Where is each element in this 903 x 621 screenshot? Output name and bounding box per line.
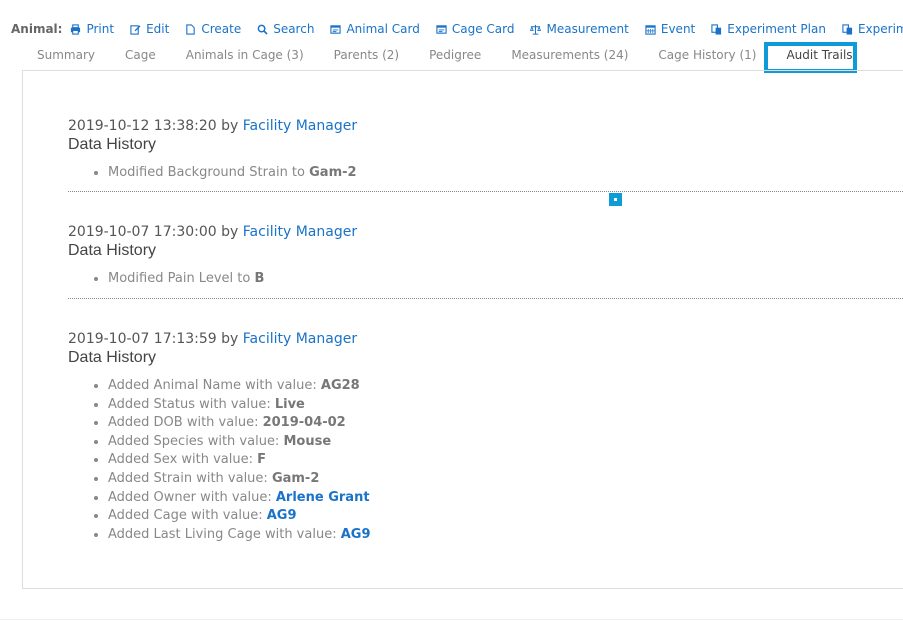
search-button[interactable]: Search bbox=[257, 22, 314, 36]
list-item: Added Sex with value: F bbox=[108, 451, 903, 470]
change-value: Live bbox=[274, 396, 305, 412]
list-item: Added Cage with value: AG9 bbox=[108, 507, 903, 526]
tab-animals-in-cage[interactable]: Animals in Cage (3) bbox=[171, 44, 319, 70]
change-value: Gam-2 bbox=[309, 165, 357, 180]
entry-divider bbox=[68, 191, 903, 192]
selection-marker bbox=[609, 193, 622, 206]
print-label: Print bbox=[86, 22, 115, 36]
tab-pedigree[interactable]: Pedigree bbox=[414, 44, 496, 70]
calendar-icon bbox=[645, 24, 656, 35]
list-item: Added Last Living Cage with value: AG9 bbox=[108, 526, 903, 545]
edit-icon bbox=[130, 24, 141, 35]
edit-label: Edit bbox=[146, 22, 170, 36]
entry-timestamp: 2019-10-07 17:30:00 bbox=[68, 224, 217, 240]
tab-summary[interactable]: Summary bbox=[22, 44, 110, 70]
entry-timestamp: 2019-10-07 17:13:59 bbox=[68, 331, 217, 347]
change-text: Added Status with value: bbox=[108, 396, 275, 412]
entry-header: 2019-10-07 17:30:00 by Facility Manager bbox=[68, 223, 903, 241]
audit-entry: 2019-10-07 17:13:59 by Facility Manager … bbox=[68, 330, 903, 544]
entry-by: by bbox=[221, 118, 239, 134]
entry-change-list: Added Animal Name with value: AG28 Added… bbox=[108, 377, 903, 544]
experiment-plan-button[interactable]: Experiment Plan bbox=[711, 22, 826, 36]
scale-icon bbox=[530, 24, 542, 35]
measurement-button[interactable]: Measurement bbox=[530, 22, 629, 36]
owner-link[interactable]: Arlene Grant bbox=[276, 490, 370, 505]
change-text: Added Species with value: bbox=[108, 433, 284, 449]
list-item: Modified Background Strain to Gam-2 bbox=[108, 164, 903, 183]
measurement-label: Measurement bbox=[546, 22, 629, 36]
animal-card-label: Animal Card bbox=[346, 22, 420, 36]
toolbar-label: Animal: bbox=[11, 22, 63, 36]
change-value: B bbox=[254, 271, 265, 286]
entry-header: 2019-10-07 17:13:59 by Facility Manager bbox=[68, 330, 903, 348]
entry-user-link[interactable]: Facility Manager bbox=[243, 331, 357, 347]
change-text: Added Last Living Cage with value: bbox=[108, 526, 341, 542]
entry-user-link[interactable]: Facility Manager bbox=[243, 118, 357, 134]
tab-audit-trails[interactable]: Audit Trails bbox=[771, 44, 867, 70]
tab-measurements[interactable]: Measurements (24) bbox=[496, 44, 643, 70]
list-item: Added Strain with value: Gam-2 bbox=[108, 470, 903, 489]
page-bottom-divider bbox=[0, 619, 903, 620]
experiment-button[interactable]: Experiment bbox=[842, 22, 903, 36]
tab-parents[interactable]: Parents (2) bbox=[319, 44, 414, 70]
entry-user-link[interactable]: Facility Manager bbox=[243, 224, 357, 240]
list-item: Added Owner with value: Arlene Grant bbox=[108, 489, 903, 508]
change-text: Added Animal Name with value: bbox=[108, 378, 321, 393]
list-item: Modified Pain Level to B bbox=[108, 270, 903, 289]
experiment-label: Experiment bbox=[857, 22, 903, 36]
copy-icon bbox=[842, 23, 853, 35]
change-text: Added Cage with value: bbox=[108, 508, 267, 524]
entry-by: by bbox=[221, 331, 239, 347]
list-item: Added DOB with value: 2019-04-02 bbox=[108, 414, 903, 433]
tab-cage-history[interactable]: Cage History (1) bbox=[643, 44, 771, 70]
animal-toolbar: Animal: Print Edit Create Search Animal … bbox=[11, 20, 903, 38]
search-icon bbox=[257, 24, 268, 35]
audit-entry: 2019-10-12 13:38:20 by Facility Manager … bbox=[68, 117, 903, 183]
create-button[interactable]: Create bbox=[185, 22, 241, 36]
change-text: Modified Pain Level to bbox=[108, 271, 255, 286]
change-value: Mouse bbox=[283, 433, 332, 449]
entry-change-list: Modified Pain Level to B bbox=[108, 270, 903, 289]
entry-title: Data History bbox=[68, 242, 157, 259]
create-label: Create bbox=[201, 22, 242, 36]
list-item: Added Animal Name with value: AG28 bbox=[108, 377, 903, 396]
search-label: Search bbox=[273, 22, 315, 36]
experiment-plan-label: Experiment Plan bbox=[727, 22, 826, 36]
change-value: F bbox=[257, 452, 267, 468]
change-value: Gam-2 bbox=[271, 470, 320, 486]
list-item: Added Species with value: Mouse bbox=[108, 433, 903, 452]
change-text: Added Strain with value: bbox=[108, 470, 272, 486]
entry-title: Data History bbox=[68, 349, 157, 366]
edit-button[interactable]: Edit bbox=[130, 22, 169, 36]
change-value: 2019-04-02 bbox=[262, 415, 346, 431]
change-text: Modified Background Strain to bbox=[108, 165, 310, 180]
card-icon bbox=[330, 24, 342, 34]
print-icon bbox=[71, 23, 81, 35]
change-text: Added DOB with value: bbox=[108, 415, 263, 431]
change-text: Added Owner with value: bbox=[108, 489, 276, 505]
cage-link[interactable]: AG9 bbox=[267, 508, 297, 523]
animal-card-button[interactable]: Animal Card bbox=[330, 22, 420, 36]
event-label: Event bbox=[660, 22, 696, 36]
entry-by: by bbox=[221, 224, 239, 240]
entry-divider bbox=[68, 298, 903, 299]
print-button[interactable]: Print bbox=[70, 22, 114, 36]
entry-header: 2019-10-12 13:38:20 by Facility Manager bbox=[68, 117, 903, 135]
audit-entry: 2019-10-07 17:30:00 by Facility Manager … bbox=[68, 223, 903, 289]
animal-tabs: Summary Cage Animals in Cage (3) Parents… bbox=[22, 44, 868, 70]
last-living-cage-link[interactable]: AG9 bbox=[341, 527, 371, 542]
file-icon bbox=[186, 23, 196, 35]
entry-title: Data History bbox=[68, 136, 157, 153]
cage-card-button[interactable]: Cage Card bbox=[436, 22, 515, 36]
card-icon bbox=[436, 24, 447, 34]
entry-change-list: Modified Background Strain to Gam-2 bbox=[108, 164, 903, 183]
copy-icon bbox=[711, 23, 722, 35]
tab-cage[interactable]: Cage bbox=[110, 44, 171, 70]
change-text: Added Sex with value: bbox=[108, 452, 258, 468]
entry-timestamp: 2019-10-12 13:38:20 bbox=[68, 118, 217, 134]
list-item: Added Status with value: Live bbox=[108, 396, 903, 415]
change-value: AG28 bbox=[320, 378, 360, 393]
cage-card-label: Cage Card bbox=[451, 22, 515, 36]
event-button[interactable]: Event bbox=[645, 22, 695, 36]
